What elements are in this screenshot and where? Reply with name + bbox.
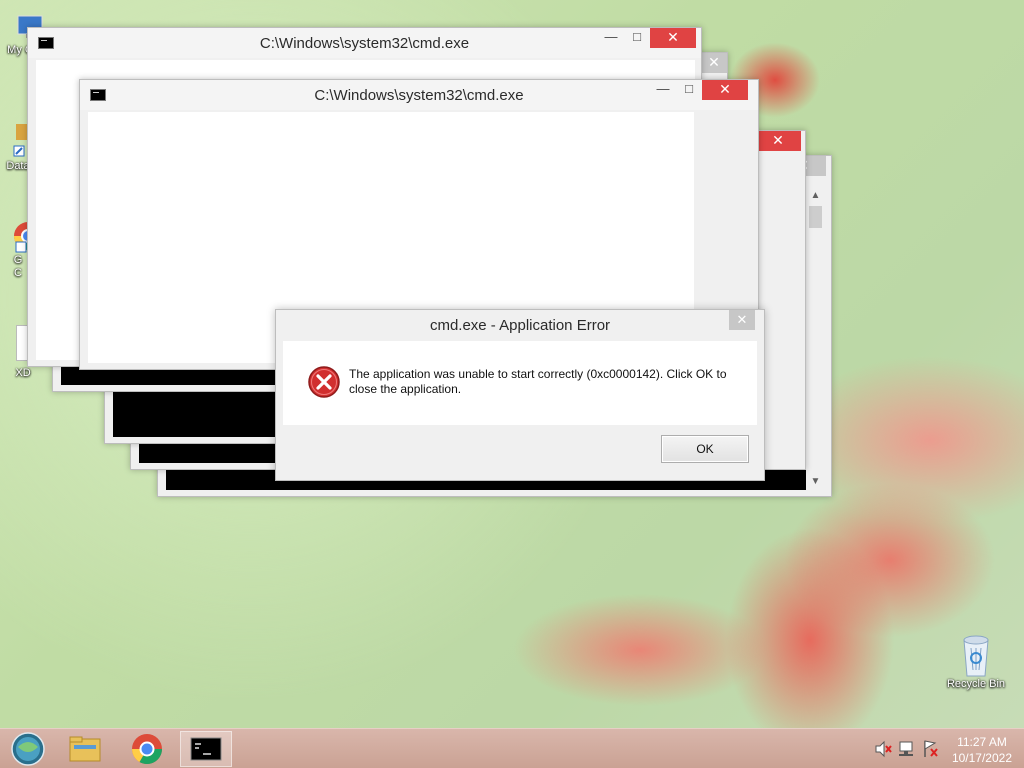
- scroll-down-arrow[interactable]: ▼: [807, 474, 824, 490]
- action-center-flag-icon: [924, 740, 938, 757]
- cmd-icon: [190, 737, 222, 761]
- tray-action-center[interactable]: [920, 729, 940, 768]
- network-icon: [899, 741, 913, 756]
- maximize-button[interactable]: □: [624, 28, 650, 48]
- taskbar: 11:27 AM 10/17/2022: [0, 728, 1024, 768]
- scroll-up-arrow[interactable]: ▲: [807, 188, 824, 204]
- close-button[interactable]: ✕: [755, 131, 801, 151]
- taskbar-file-explorer[interactable]: [62, 731, 108, 767]
- maximize-button[interactable]: □: [676, 80, 702, 100]
- dialog-body: The application was unable to start corr…: [283, 341, 757, 425]
- close-button[interactable]: ✕: [701, 53, 727, 73]
- minimize-button[interactable]: —: [650, 80, 676, 100]
- clock-time: 11:27 AM: [957, 735, 1007, 749]
- clock-date: 10/17/2022: [951, 751, 1012, 765]
- title-bar[interactable]: C:\Windows\system32\cmd.exe — □ ✕: [28, 28, 701, 58]
- scroll-thumb[interactable]: [809, 206, 822, 228]
- start-button[interactable]: [6, 731, 50, 767]
- error-icon: [307, 365, 341, 399]
- file-explorer-icon: [69, 736, 101, 762]
- volume-muted-icon: [875, 740, 892, 758]
- vertical-scrollbar[interactable]: ▲ ▼: [807, 188, 824, 490]
- recycle-bin-icon: [958, 630, 994, 678]
- minimize-button[interactable]: —: [598, 28, 624, 48]
- desktop-icon-recycle-bin[interactable]: Recycle Bin: [938, 630, 1014, 690]
- taskbar-chrome[interactable]: [124, 731, 170, 767]
- title-bar[interactable]: C:\Windows\system32\cmd.exe — □ ✕: [80, 80, 758, 110]
- dialog-close-button[interactable]: ✕: [729, 310, 755, 330]
- desktop-icon-label: Recycle Bin: [946, 678, 1006, 690]
- dialog-title: cmd.exe - Application Error: [429, 317, 611, 334]
- ok-button[interactable]: OK: [661, 435, 749, 463]
- tray-network[interactable]: [896, 729, 918, 768]
- close-button[interactable]: ✕: [702, 80, 748, 100]
- desktop-icon-label: XD: [15, 367, 31, 379]
- application-error-dialog[interactable]: cmd.exe - Application Error ✕ The applic…: [275, 309, 765, 481]
- error-message: The application was unable to start corr…: [349, 367, 727, 396]
- start-orb-icon: [11, 732, 45, 766]
- chrome-icon: [132, 734, 162, 765]
- close-button[interactable]: ✕: [650, 28, 696, 48]
- tray-volume[interactable]: [872, 729, 892, 768]
- taskbar-cmd[interactable]: [180, 731, 232, 767]
- taskbar-clock[interactable]: 11:27 AM 10/17/2022: [952, 734, 1012, 766]
